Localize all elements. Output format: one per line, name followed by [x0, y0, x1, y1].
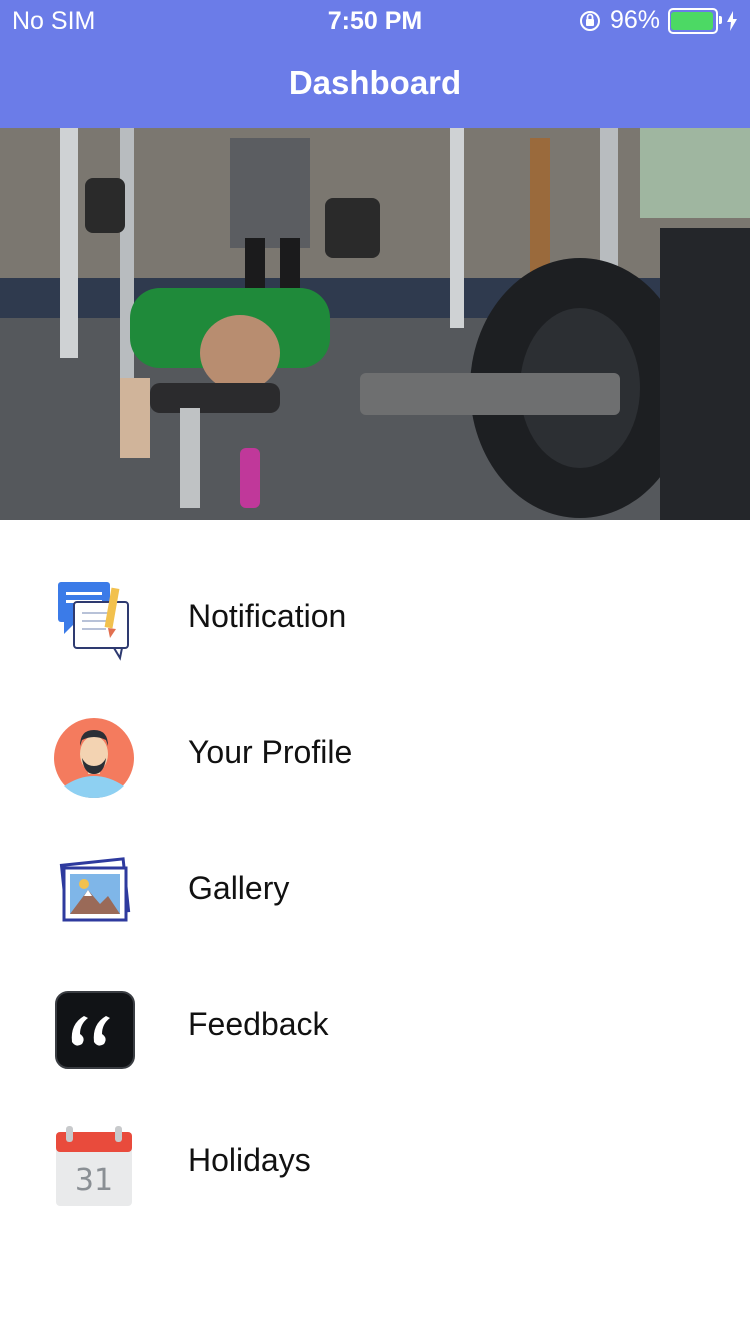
calendar-icon: 31 [56, 1126, 132, 1206]
battery-icon [668, 7, 722, 34]
menu-label-holidays: Holidays [188, 1142, 311, 1178]
calendar-day-number: 31 [75, 1163, 113, 1198]
menu-item-feedback[interactable]: Feedback [0, 958, 750, 1094]
quote-icon [55, 991, 135, 1069]
notification-icon [58, 582, 129, 661]
menu-item-notification[interactable]: Notification [0, 550, 750, 686]
status-bar: No SIM 7:50 PM 96% [0, 0, 750, 42]
app-header: No SIM 7:50 PM 96% Dashboard [0, 0, 750, 128]
menu-label-profile: Your Profile [188, 734, 353, 770]
gallery-icon [59, 857, 131, 922]
menu-label-notification: Notification [188, 598, 347, 634]
charging-bolt-icon [727, 10, 737, 31]
battery-tip [719, 15, 722, 24]
menu-label-feedback: Feedback [188, 1006, 329, 1042]
menu-item-profile[interactable]: Your Profile [0, 686, 750, 822]
status-right: 96% [578, 6, 738, 35]
gym-photo [0, 128, 750, 520]
page-title: Dashboard [288, 64, 462, 101]
battery-fill [671, 11, 714, 30]
menu-item-gallery[interactable]: Gallery [0, 822, 750, 958]
hero-gym-image [0, 128, 750, 520]
menu-label-gallery: Gallery [188, 870, 290, 906]
battery-percent: 96% [609, 6, 660, 34]
profile-avatar-icon [54, 718, 134, 798]
menu-item-holidays[interactable]: 31 Holidays [0, 1094, 750, 1230]
orientation-lock-icon [579, 10, 600, 31]
